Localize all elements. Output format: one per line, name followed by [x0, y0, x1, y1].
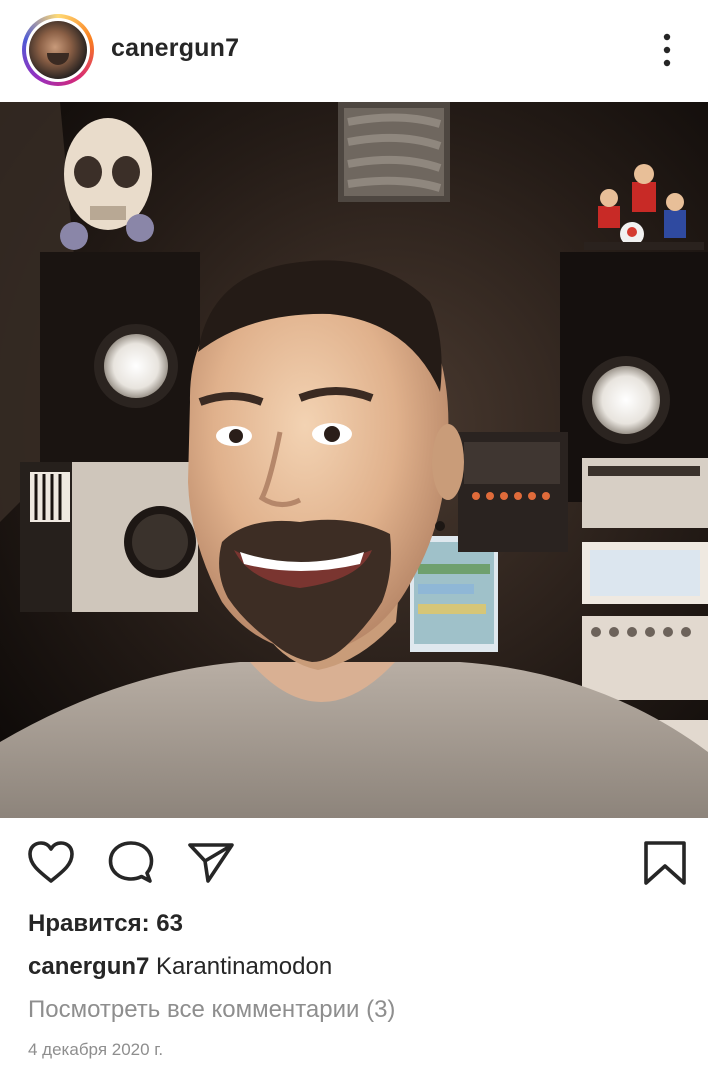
post-date: 4 декабря 2020 г.: [28, 1040, 164, 1059]
view-comments-link[interactable]: Посмотреть все комментарии (3): [28, 996, 395, 1024]
avatar[interactable]: [29, 21, 87, 79]
post-header: canergun7: [0, 0, 708, 102]
avatar-beard-shape: [47, 53, 69, 65]
caption-author[interactable]: canergun7: [28, 953, 149, 980]
post-username[interactable]: canergun7: [111, 34, 239, 63]
bookmark-icon[interactable]: [640, 840, 690, 886]
story-ring[interactable]: [22, 14, 94, 86]
post-photo[interactable]: [0, 102, 708, 818]
post-photo-illustration: [0, 102, 708, 818]
caption-text: Karantinamodon: [156, 953, 333, 980]
likes-count[interactable]: Нравится: 63: [28, 910, 183, 938]
post-caption: canergun7 Karantinamodon: [28, 953, 332, 981]
avatar-frame: [26, 18, 90, 82]
more-vertical-icon[interactable]: [657, 32, 677, 68]
post-actions-bar: [0, 818, 708, 908]
send-icon[interactable]: [186, 840, 236, 886]
comment-icon[interactable]: [106, 840, 156, 886]
heart-icon[interactable]: [26, 840, 76, 886]
